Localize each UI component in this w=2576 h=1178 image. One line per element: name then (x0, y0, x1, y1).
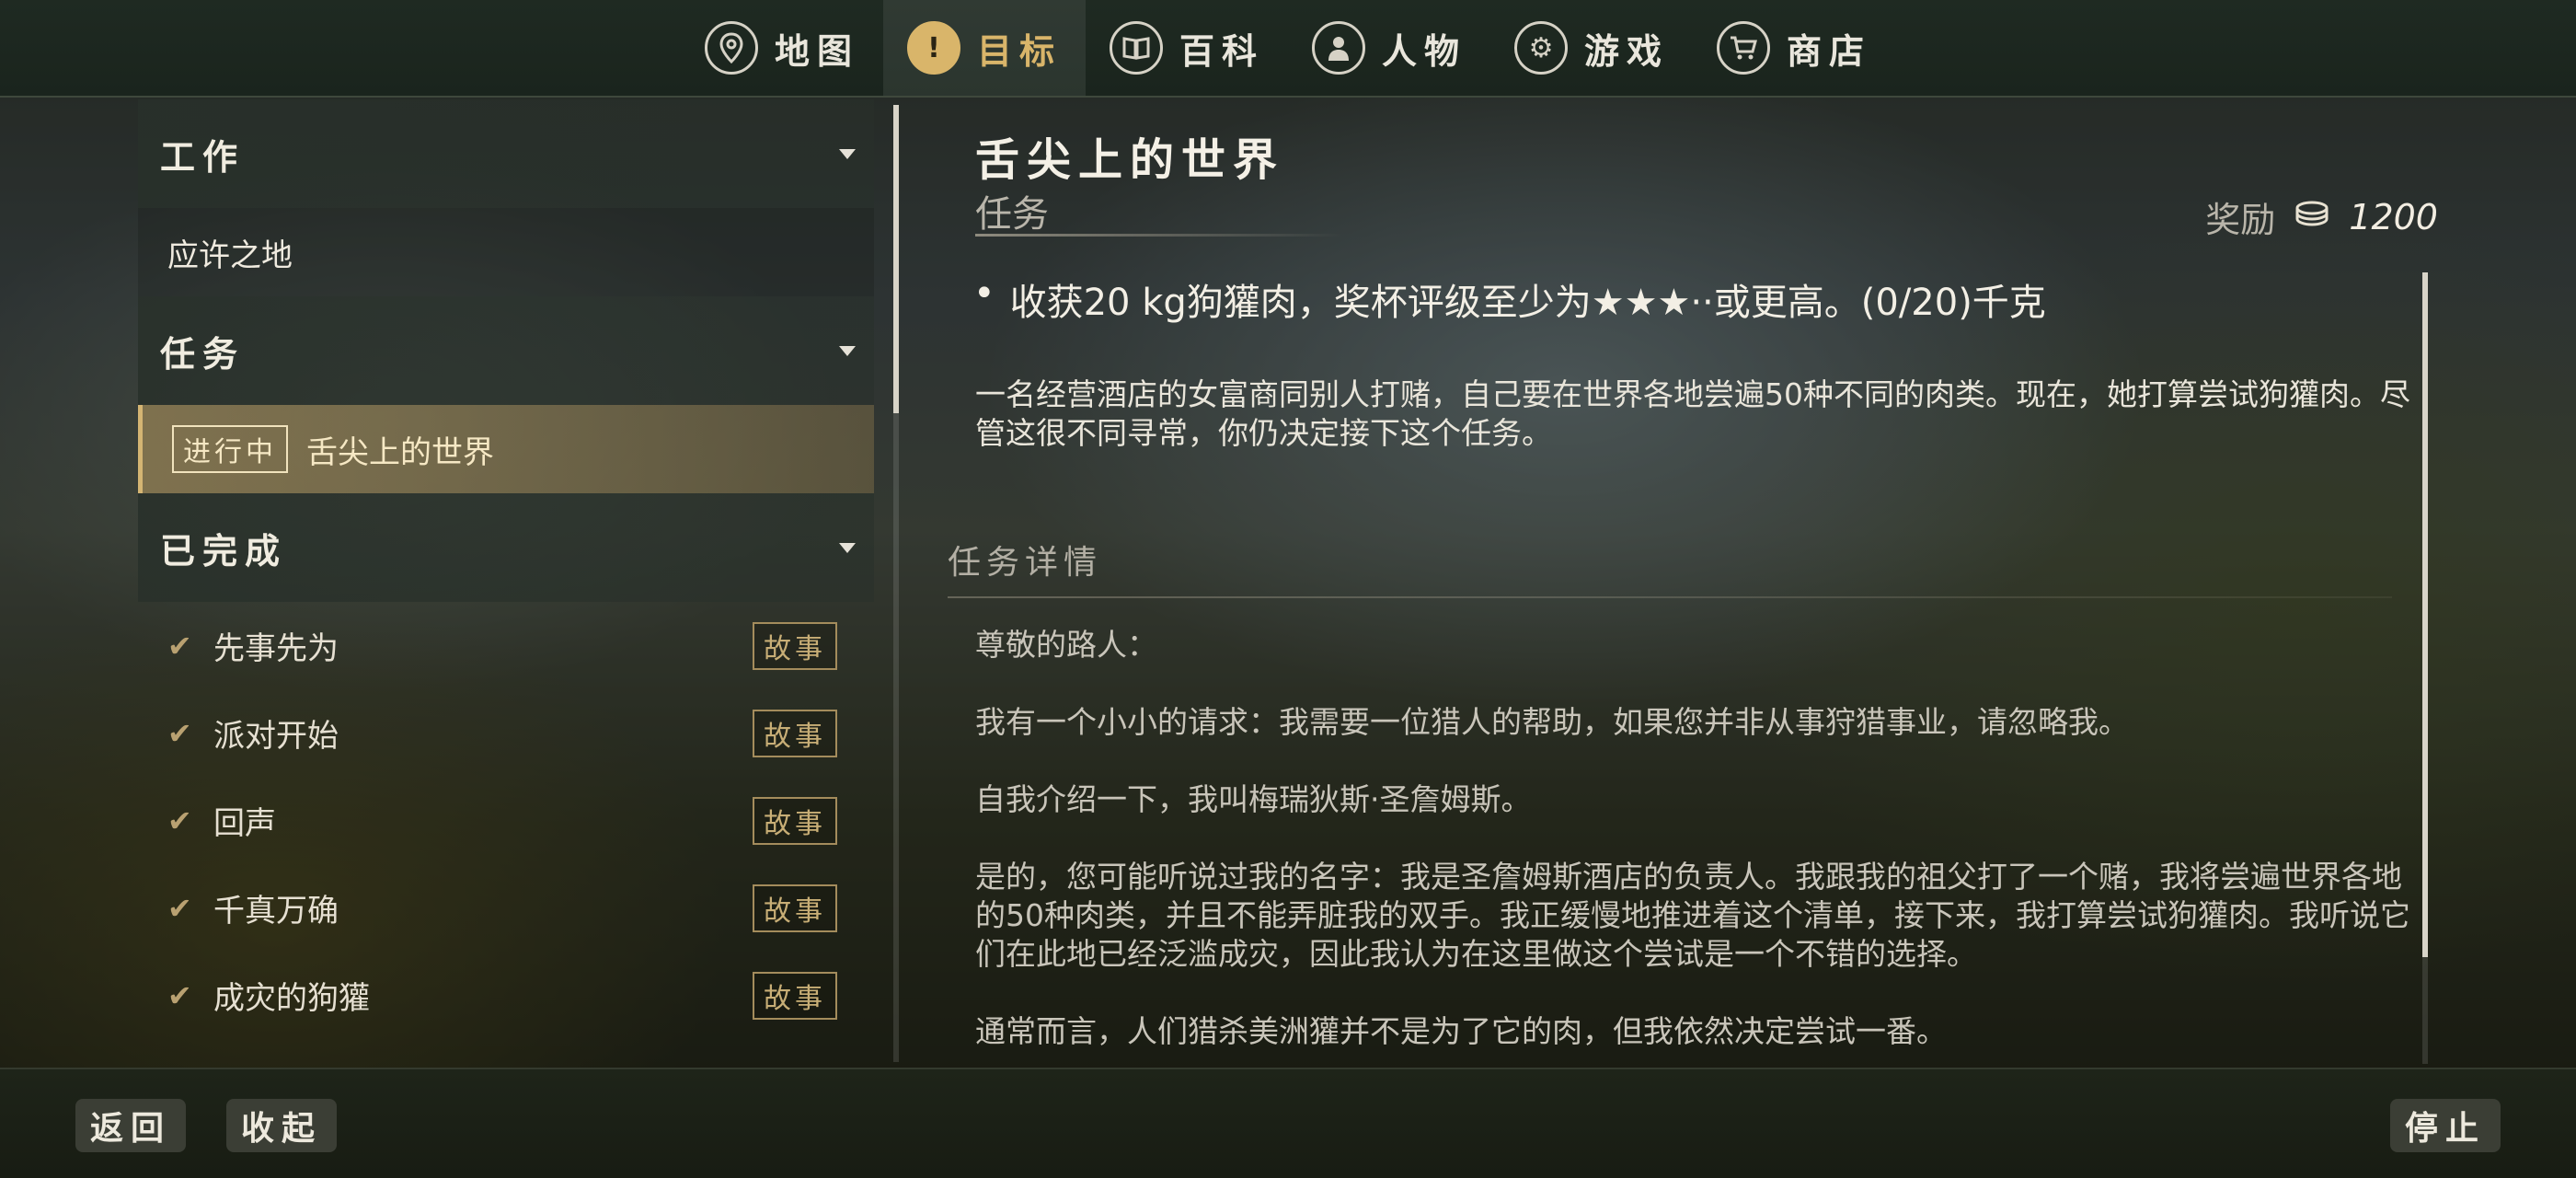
tab-objectives-label: 目标 (976, 30, 1062, 72)
tab-objectives[interactable]: ! 目标 (882, 0, 1086, 96)
stop-button[interactable]: 停止 (2389, 1099, 2501, 1152)
tab-game[interactable]: ⚙ 游戏 (1490, 0, 1693, 96)
letter-paragraph: 我有一个小小的请求：我需要一位猎人的帮助，如果您并非从事狩猎事业，请忽略我。 (975, 704, 2129, 740)
active-mission-label: 舌尖上的世界 (306, 433, 494, 471)
story-badge: 故事 (753, 709, 837, 757)
completed-item[interactable]: ✔ 派对开始 故事 (138, 689, 874, 777)
in-progress-badge: 进行中 (172, 425, 288, 473)
active-mission-item[interactable]: 进行中 舌尖上的世界 (138, 405, 874, 493)
tab-map[interactable]: 地图 (681, 0, 883, 96)
completed-item-label: 千真万确 (213, 893, 339, 930)
completed-item-label: 回声 (213, 805, 276, 842)
details-divider (948, 596, 2392, 598)
exclamation-icon: ! (906, 21, 960, 75)
coins-icon (2294, 198, 2330, 236)
map-pin-icon (704, 21, 758, 75)
letter-paragraph: 通常而言，人们猎杀美洲獾并不是为了它的肉，但我依然决定尝试一番。 (975, 1013, 1947, 1049)
tab-game-label: 游戏 (1584, 30, 1670, 72)
checkmark-icon: ✔ (167, 890, 192, 926)
book-icon (1109, 21, 1163, 75)
section-completed-title: 已完成 (160, 530, 288, 572)
collapse-button[interactable]: 收起 (226, 1099, 338, 1152)
quest-list-scrollbar[interactable] (893, 105, 899, 1062)
section-work-header[interactable]: 工作 (138, 99, 874, 208)
list-item[interactable]: 应许之地 (138, 208, 874, 296)
checkmark-icon: ✔ (167, 977, 192, 1013)
section-missions-header[interactable]: 任务 (138, 296, 874, 405)
completed-item-label: 先事先为 (213, 630, 339, 667)
list-item-label: 应许之地 (167, 237, 293, 274)
completed-item-label: 成灾的狗獾 (213, 980, 370, 1017)
chevron-down-icon (839, 148, 856, 159)
section-work-title: 工作 (160, 136, 246, 178)
story-badge: 故事 (753, 796, 837, 845)
quest-type: 任务 (975, 193, 1049, 236)
reward: 奖励 1200 (2205, 191, 2438, 242)
back-button[interactable]: 返回 (75, 1099, 187, 1152)
tab-store[interactable]: 商店 (1693, 0, 1895, 96)
story-badge: 故事 (753, 884, 837, 932)
tab-characters[interactable]: 人物 (1288, 0, 1490, 96)
story-badge: 故事 (753, 621, 837, 670)
checkmark-icon: ✔ (167, 715, 192, 751)
objective: • 收获20 kg狗獾肉，奖杯评级至少为★★★··或更高。(0/20)千克 (973, 272, 2046, 326)
story-badge: 故事 (753, 971, 837, 1020)
section-missions-title: 任务 (160, 333, 246, 375)
quest-title: 舌尖上的世界 (975, 134, 1285, 186)
letter-paragraph: 是的，您可能听说过我的名字：我是圣詹姆斯酒店的负责人。我跟我的祖父打了一个赌，我… (975, 859, 2410, 972)
completed-item[interactable]: ✔ 千真万确 故事 (138, 864, 874, 952)
completed-item-label: 派对开始 (213, 718, 339, 755)
chevron-down-icon (839, 542, 856, 553)
reward-value: 1200 (2349, 196, 2438, 237)
quest-list: 工作 应许之地 任务 进行中 舌尖上的世界 已完成 ✔ 先事先为 故事 ✔ 派对… (138, 99, 874, 1066)
quest-letter: 尊敬的路人： 我有一个小小的请求：我需要一位猎人的帮助，如果您并非从事狩猎事业，… (975, 626, 2410, 1066)
chevron-down-icon (839, 345, 856, 356)
detail-scroll-thumb[interactable] (2422, 272, 2428, 957)
tab-encyclopedia[interactable]: 百科 (1086, 0, 1288, 96)
quest-summary: 一名经营酒店的女富商同别人打赌，自己要在世界各地尝遍50种不同的肉类。现在，她打… (975, 376, 2410, 451)
tab-map-label: 地图 (774, 30, 859, 72)
checkmark-icon: ✔ (167, 628, 192, 664)
quest-details-heading: 任务详情 (948, 544, 1103, 582)
letter-paragraph: 尊敬的路人： (975, 627, 1157, 663)
cart-icon (1717, 21, 1771, 75)
completed-item[interactable]: ✔ 成灾的狗獾 故事 (138, 952, 874, 1039)
checkmark-icon: ✔ (167, 803, 192, 838)
tab-characters-label: 人物 (1382, 30, 1467, 72)
top-nav: 地图 ! 目标 百科 人物 ⚙ 游戏 商店 (0, 0, 2576, 98)
letter-paragraph: 自我介绍一下，我叫梅瑞狄斯·圣詹姆斯。 (975, 781, 1532, 817)
tab-encyclopedia-label: 百科 (1179, 30, 1264, 72)
person-icon (1312, 21, 1365, 75)
quest-detail: 舌尖上的世界 任务 奖励 1200 • 收获20 kg狗獾肉，奖杯评级至少为★★… (948, 99, 2475, 1066)
detail-scrollbar[interactable] (2422, 272, 2428, 1064)
gear-icon: ⚙ (1514, 21, 1569, 75)
quest-list-scroll-thumb[interactable] (893, 105, 899, 413)
bullet-icon: • (973, 272, 995, 315)
objective-text: 收获20 kg狗獾肉，奖杯评级至少为★★★··或更高。(0/20)千克 (1009, 282, 2046, 324)
bottom-bar: 返回 收起 停止 (0, 1068, 2576, 1178)
completed-item[interactable]: ✔ 回声 故事 (138, 777, 874, 864)
title-divider (975, 234, 1343, 237)
tab-store-label: 商店 (1787, 30, 1872, 72)
section-completed-header[interactable]: 已完成 (138, 493, 874, 602)
reward-label: 奖励 (2205, 200, 2276, 240)
completed-item[interactable]: ✔ 先事先为 故事 (138, 602, 874, 689)
